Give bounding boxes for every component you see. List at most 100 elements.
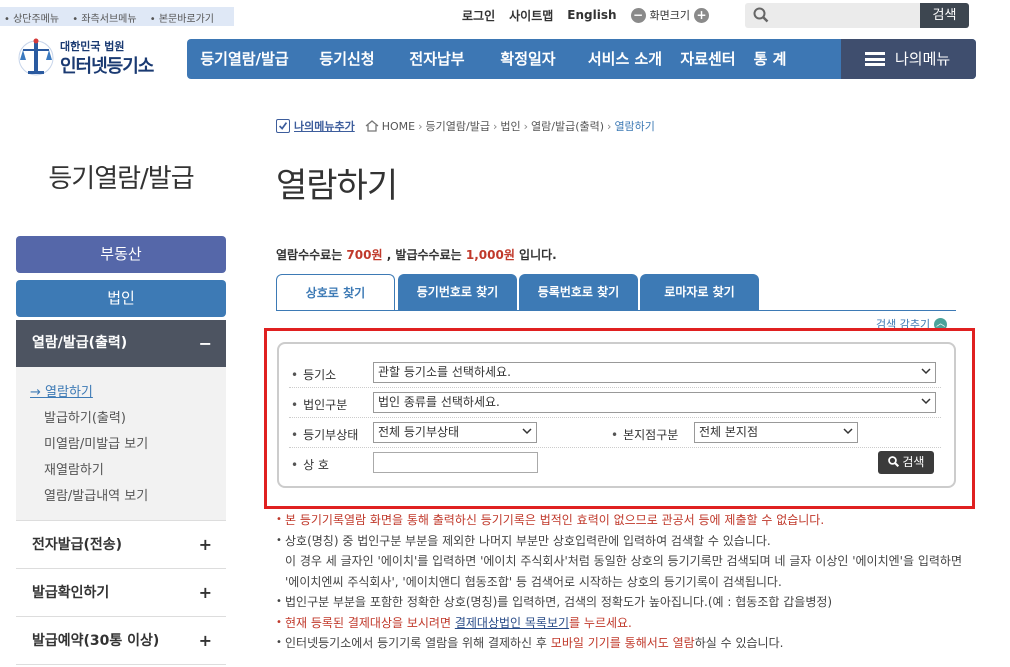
skip-link[interactable]: • 상단주메뉴 (4, 14, 64, 25)
zoom-out-icon[interactable]: − (630, 7, 646, 23)
sidebar-button-corp[interactable]: 법인 (16, 280, 226, 317)
search-icon (753, 7, 769, 23)
plus-icon: + (198, 535, 212, 554)
sidebar-item-reserve[interactable]: 발급예약(30통 이상) + (16, 617, 226, 665)
top-search: 검색 (745, 3, 969, 28)
branch-select-value: 전체 본지점 (699, 425, 759, 439)
chevron-down-icon (843, 428, 853, 435)
chevron-down-icon (921, 398, 931, 405)
home-icon (365, 120, 379, 132)
sidebar-section-view-issue[interactable]: 열람/발급(출력) − (16, 320, 226, 367)
notice-item: 현재 등록된 결제대상을 보시려면 결제대상법인 목록보기를 누르세요. (276, 613, 976, 634)
form-row-name: 상 호 검색 (289, 448, 941, 478)
breadcrumb-current: 열람하기 (614, 120, 655, 133)
nav-item-payment[interactable]: 전자납부 (392, 39, 482, 79)
add-my-menu-button[interactable]: 나의메뉴추가 (276, 118, 355, 134)
sidebar-row-label: 발급확인하기 (32, 585, 110, 601)
add-my-menu-label: 나의메뉴추가 (294, 120, 355, 133)
breadcrumb-item[interactable]: 열람/발급(출력) (531, 118, 604, 134)
breadcrumb-home-label: HOME (381, 119, 416, 133)
nav-item-resources[interactable]: 자료센터 (676, 39, 740, 79)
plus-icon: + (198, 583, 212, 602)
skip-link[interactable]: • 본문바로가기 (150, 14, 219, 25)
sidebar-item-history[interactable]: 열람/발급내역 보기 (44, 485, 148, 504)
chevron-down-icon (921, 368, 931, 375)
tab-by-roman[interactable]: 로마자로 찾기 (640, 274, 759, 311)
breadcrumb-item[interactable]: 법인 (500, 118, 520, 134)
sidebar-item-issue[interactable]: 발급하기(출력) (44, 407, 126, 426)
sidebar-item-unviewed[interactable]: 미열람/미발급 보기 (44, 433, 148, 452)
tab-by-reg-number[interactable]: 등기번호로 찾기 (398, 274, 517, 311)
login-link[interactable]: 로그인 (462, 7, 495, 24)
payment-target-list-link[interactable]: 결제대상법인 목록보기 (455, 616, 569, 630)
top-search-button[interactable]: 검색 (920, 3, 969, 28)
sidebar-row-label: 발급예약(30통 이상) (32, 633, 160, 649)
breadcrumb-item[interactable]: 등기열람/발급 (426, 118, 490, 134)
notice-item: 본 등기기록열람 화면을 통해 출력하신 등기기록은 법적인 효력이 없으므로 … (276, 510, 976, 531)
corp-type-label: 법인구분 (291, 396, 347, 413)
utility-bar: 로그인 사이트맵 English − 화면크기 + (462, 6, 710, 24)
nav-item-apply[interactable]: 등기신청 (302, 39, 392, 79)
page-title: 열람하기 (276, 166, 398, 206)
plus-icon: + (198, 631, 212, 650)
notice-item: 법인구분 부분을 포함한 정확한 상호(명칭)를 입력하면, 검색의 정확도가 … (276, 592, 976, 613)
main-nav: 등기열람/발급 등기신청 전자납부 확정일자 서비스 소개 자료센터 통 계 나… (187, 39, 976, 79)
corp-type-select-value: 법인 종류를 선택하세요. (378, 395, 500, 409)
zoom-control: − 화면크기 + (630, 7, 710, 23)
sidebar-item-view[interactable]: → 열람하기 (30, 381, 93, 400)
form-row-corp-type: 법인구분 법인 종류를 선택하세요. (289, 388, 941, 418)
tab-by-id-number[interactable]: 등록번호로 찾기 (519, 274, 638, 311)
form-row-status: 등기부상태 전체 등기부상태 본지점구분 전체 본지점 (289, 418, 941, 448)
notice-item-cont: '에이치엔씨 주식회사', '에이치앤디 협동조합' 등 검색어로 시작하는 상… (285, 574, 782, 589)
chevron-right-icon: › (607, 119, 612, 133)
minus-icon: − (198, 334, 212, 353)
notice-list: 본 등기기록열람 화면을 통해 출력하신 등기기록은 법적인 효력이 없으므로 … (276, 510, 976, 654)
breadcrumb-home[interactable]: HOME (365, 120, 415, 133)
branch-select[interactable]: 전체 본지점 (694, 422, 858, 443)
skip-links: • 상단주메뉴 • 좌측서브메뉴 • 본문바로가기 (0, 7, 234, 26)
status-select[interactable]: 전체 등기부상태 (373, 422, 537, 443)
notice-item: 상호(명칭) 중 법인구분 부분을 제외한 나머지 부분만 상호입력란에 입력하… (276, 531, 976, 552)
my-menu-label: 나의메뉴 (895, 50, 951, 68)
top-search-input[interactable] (773, 6, 918, 25)
my-menu-button[interactable]: 나의메뉴 (841, 39, 976, 79)
search-button[interactable]: 검색 (878, 451, 934, 474)
skip-link[interactable]: • 좌측서브메뉴 (72, 14, 141, 25)
chevron-down-icon (522, 428, 532, 435)
hamburger-icon (865, 52, 885, 66)
registry-label: 등기소 (291, 366, 336, 383)
check-icon (276, 119, 290, 133)
search-icon (887, 456, 899, 468)
nav-item-service[interactable]: 서비스 소개 (574, 39, 676, 79)
zoom-in-icon[interactable]: + (694, 7, 710, 23)
nav-item-fixed-date[interactable]: 확정일자 (482, 39, 574, 79)
zoom-label: 화면크기 (649, 9, 691, 22)
corp-type-select[interactable]: 법인 종류를 선택하세요. (373, 392, 936, 413)
sidebar-item-electronic[interactable]: 전자발급(전송) + (16, 521, 226, 569)
status-select-value: 전체 등기부상태 (378, 425, 460, 439)
status-label: 등기부상태 (291, 426, 358, 443)
sidebar-item-review[interactable]: 재열람하기 (44, 459, 104, 478)
chevron-right-icon: › (418, 119, 423, 133)
tab-divider (276, 310, 956, 311)
company-name-input[interactable] (373, 452, 538, 473)
name-label: 상 호 (291, 456, 329, 473)
sitemap-link[interactable]: 사이트맵 (509, 7, 553, 24)
nav-item-view-issue[interactable]: 등기열람/발급 (187, 39, 302, 79)
english-link[interactable]: English (567, 8, 616, 22)
nav-item-stats[interactable]: 통 계 (740, 39, 800, 79)
sidebar-item-verify[interactable]: 발급확인하기 + (16, 569, 226, 617)
branch-label: 본지점구분 (611, 426, 678, 443)
sidebar-row-label: 전자발급(전송) (32, 537, 123, 553)
logo-main: 인터넷등기소 (60, 56, 154, 77)
fee-notice: 열람수수료는 700원 , 발급수수료는 1,000원 입니다. (276, 248, 557, 262)
site-logo[interactable]: 대한민국 법원 인터넷등기소 (12, 30, 172, 82)
chevron-right-icon: › (523, 119, 529, 133)
sidebar-button-realestate[interactable]: 부동산 (16, 236, 226, 273)
registry-select[interactable]: 관할 등기소를 선택하세요. (373, 362, 936, 383)
sidebar-title: 등기열람/발급 (48, 164, 194, 194)
registry-select-value: 관할 등기소를 선택하세요. (378, 365, 511, 379)
court-emblem-icon (18, 38, 54, 76)
tab-by-name[interactable]: 상호로 찾기 (276, 274, 395, 311)
chevron-right-icon: › (492, 119, 498, 133)
